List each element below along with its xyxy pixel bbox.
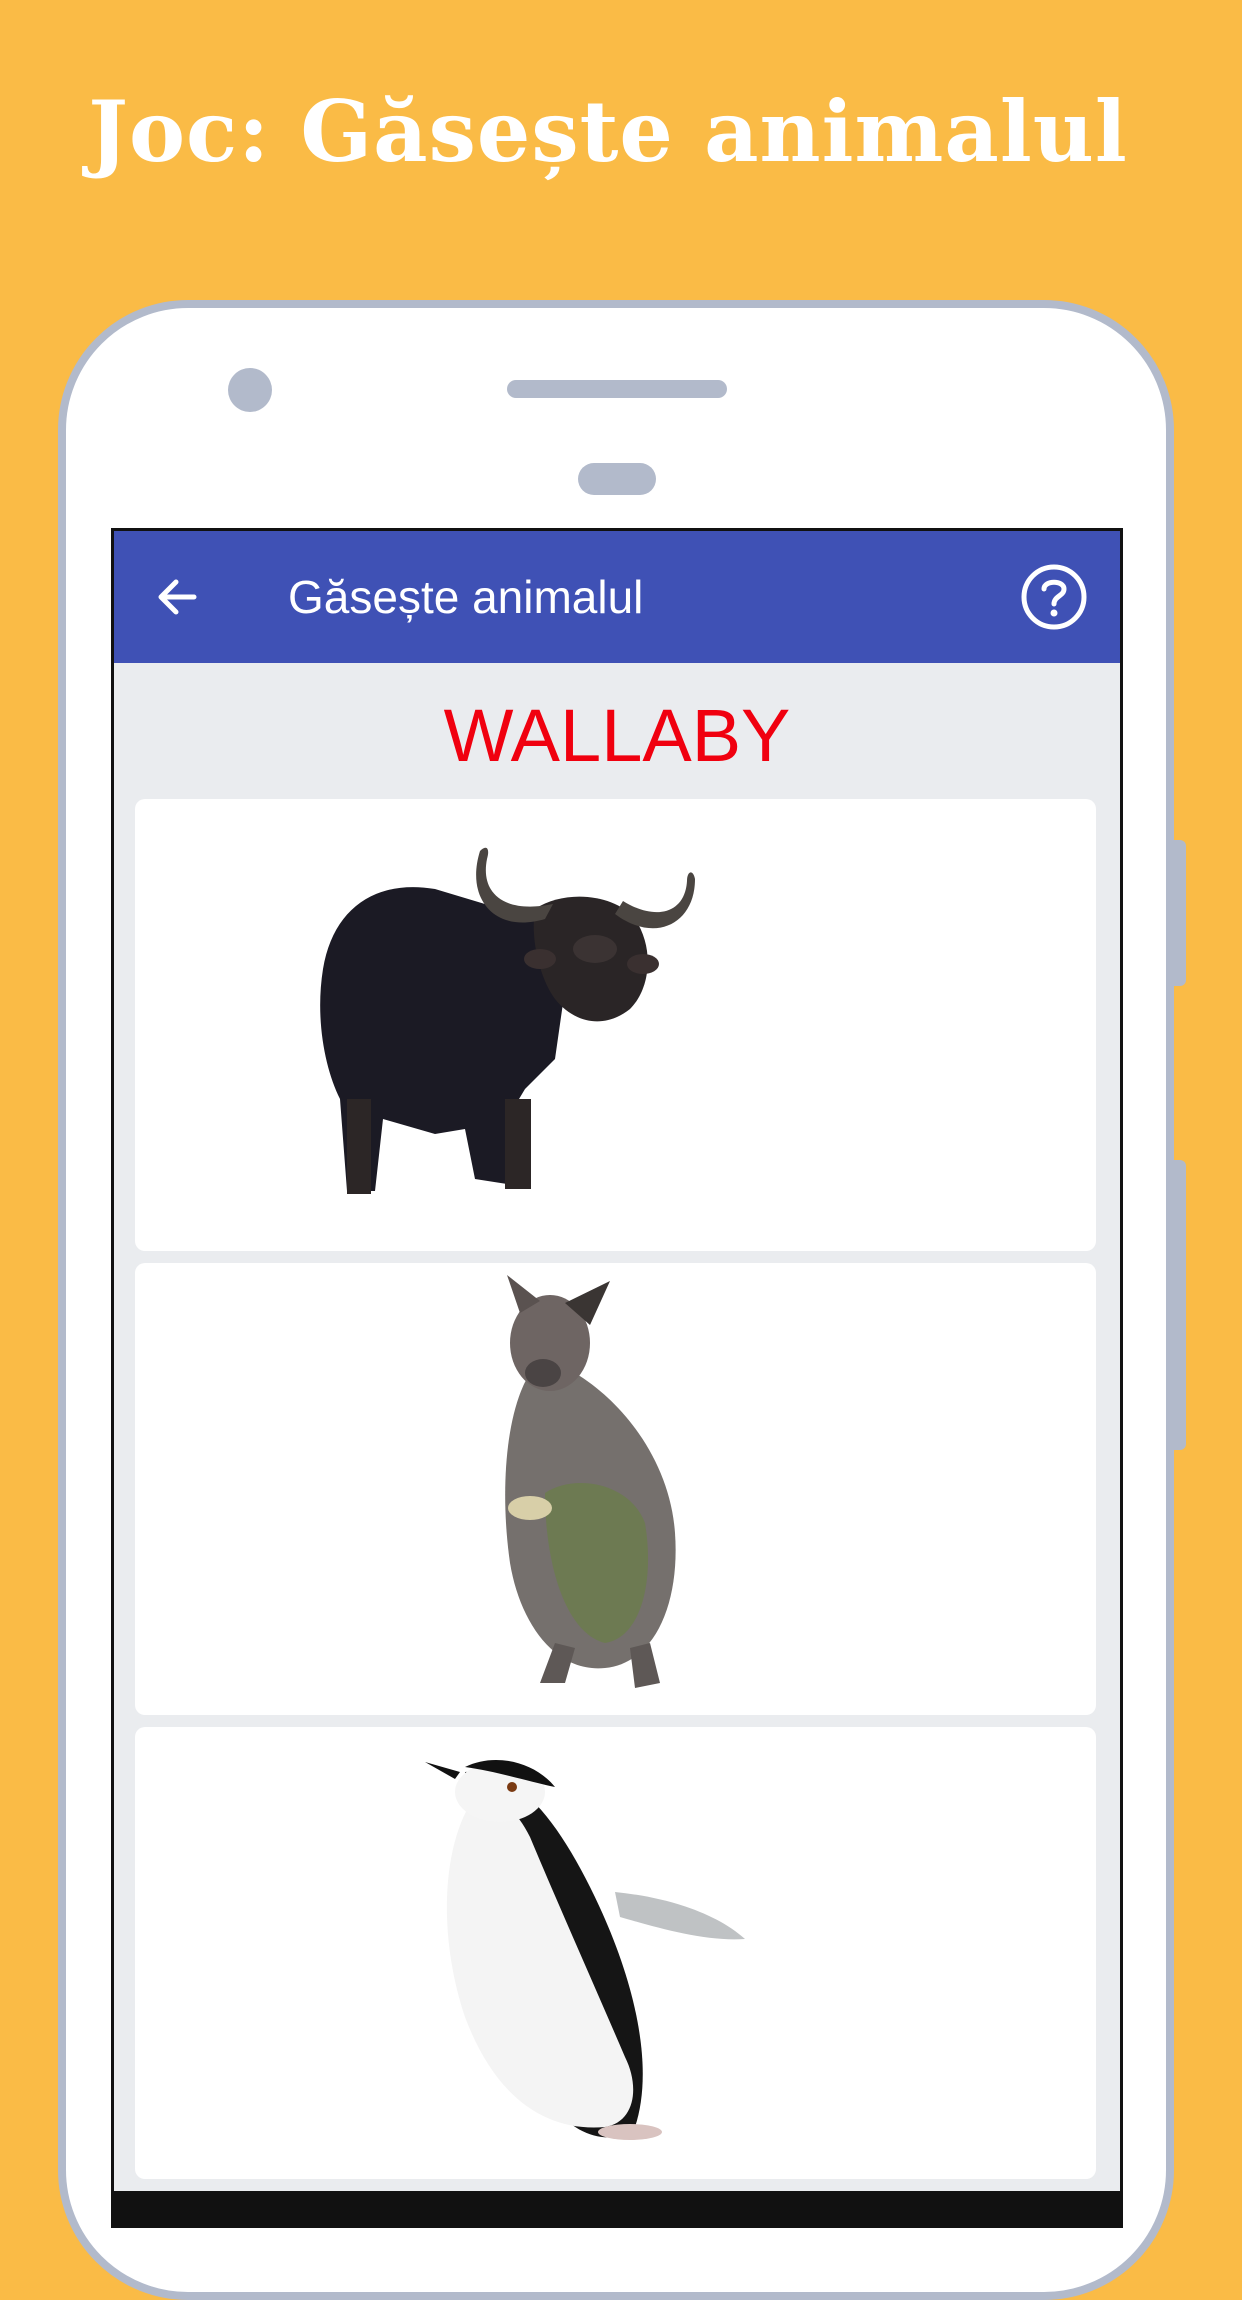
back-button[interactable] — [150, 569, 206, 625]
proximity-sensor — [578, 463, 656, 495]
answer-card-wallaby[interactable] — [135, 1263, 1096, 1715]
penguin-image — [425, 1759, 745, 2140]
front-camera — [228, 368, 272, 412]
app-bar: Găsește animalul — [114, 531, 1120, 663]
earpiece-speaker — [507, 380, 727, 398]
buffalo-image — [320, 847, 695, 1194]
help-circle-icon — [1021, 564, 1087, 630]
promo-title: Joc: Găsește animalul — [88, 82, 1128, 181]
arrow-back-icon — [158, 579, 197, 615]
answer-card-penguin[interactable] — [135, 1727, 1096, 2179]
wallaby-image — [505, 1275, 676, 1688]
phone-side-button — [1172, 840, 1186, 986]
screen-bottom-edge — [114, 2191, 1120, 2228]
app-screen: Găsește animalul WALLABY — [111, 528, 1123, 2228]
target-animal-word: WALLABY — [443, 694, 791, 777]
help-button[interactable] — [1020, 563, 1088, 631]
app-title: Găsește animalul — [288, 571, 644, 623]
answer-card-buffalo[interactable] — [135, 799, 1096, 1251]
phone-side-button — [1172, 1160, 1186, 1450]
